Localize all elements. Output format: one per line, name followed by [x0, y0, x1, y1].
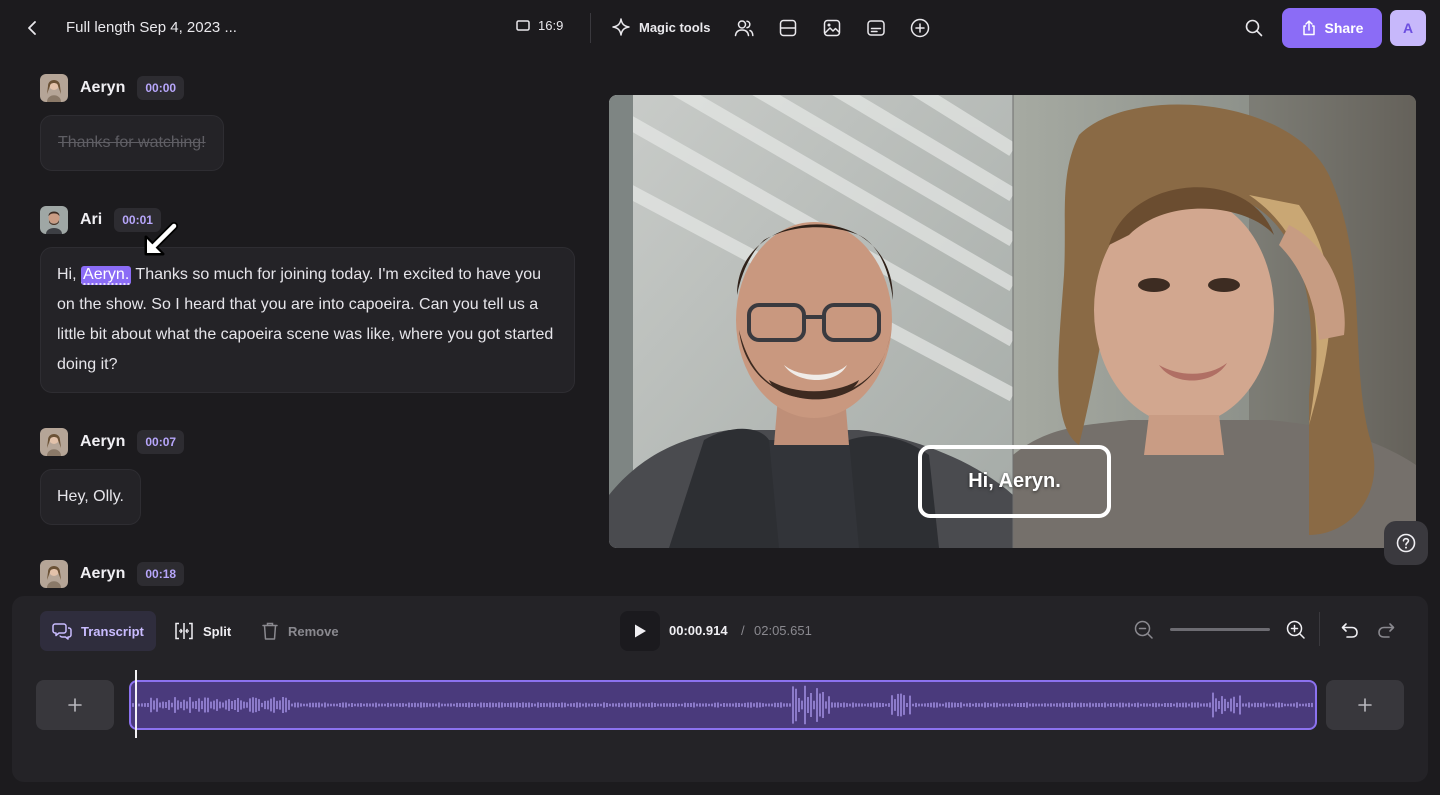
speaker-name: Aeryn [80, 565, 126, 582]
speaker-row: Aeryn 00:18 [40, 559, 185, 589]
transcript-text[interactable]: Hey, Olly. [40, 469, 141, 525]
playhead[interactable] [135, 670, 137, 738]
aspect-ratio-button[interactable]: 16:9 [516, 18, 563, 33]
speaker-avatar-ari [40, 206, 68, 234]
segment-timestamp[interactable]: 00:07 [137, 430, 185, 454]
speakers-button[interactable] [732, 16, 756, 40]
search-icon [1245, 19, 1263, 37]
captions-button[interactable] [864, 16, 888, 40]
segment-timestamp[interactable]: 00:00 [137, 76, 185, 100]
remove-label: Remove [288, 623, 339, 639]
transcript-text[interactable]: Hi, Aeryn. Thanks so much for joining to… [40, 247, 575, 393]
magic-tools-button[interactable]: Magic tools [611, 17, 711, 37]
redo-button[interactable] [1376, 620, 1396, 645]
layout-button[interactable] [776, 16, 800, 40]
zoom-out-button[interactable] [1134, 620, 1154, 645]
transcript-text[interactable]: Thanks for watching! [40, 115, 224, 171]
share-icon [1302, 20, 1315, 36]
play-icon [635, 624, 646, 638]
users-icon [734, 20, 754, 37]
time-separator: / [741, 623, 745, 638]
redo-icon [1378, 623, 1395, 638]
split-label: Split [203, 623, 232, 639]
project-title[interactable]: Full length Sep 4, 2023 ... [66, 19, 237, 36]
total-duration: 02:05.651 [754, 623, 812, 638]
timeline-panel: Transcript Split Remove 00:00.914 / 02:0… [12, 596, 1428, 782]
aspect-ratio-label: 16:9 [538, 18, 564, 33]
zoom-in-button[interactable] [1286, 620, 1306, 645]
transcript-toggle-button[interactable]: Transcript [40, 611, 156, 651]
user-avatar-button[interactable]: A [1390, 10, 1426, 46]
split-button[interactable]: Split [162, 611, 243, 651]
sparkle-icon [612, 18, 630, 36]
speaker-row: Aeryn 00:00 [40, 73, 224, 103]
text-segment: Hi, [57, 266, 77, 283]
add-element-button[interactable] [908, 16, 932, 40]
segment-timestamp[interactable]: 00:18 [137, 562, 185, 586]
help-button[interactable] [1384, 521, 1428, 565]
undo-icon [1341, 623, 1358, 638]
layout-icon [779, 19, 797, 37]
zoom-out-icon [1134, 620, 1153, 639]
transcript-segment[interactable]: Ari 00:01 Hi, Aeryn. Thanks so much for … [40, 205, 575, 393]
text-segment: Thanks so much for joining today. I'm ex… [57, 266, 554, 373]
add-clip-before-button[interactable] [36, 680, 114, 730]
speaker-row: Ari 00:01 [40, 205, 575, 235]
share-button[interactable]: Share [1282, 8, 1382, 48]
transcript-panel: Aeryn 00:00 Thanks for watching! Ari 00:… [40, 64, 580, 596]
toolbar-divider [1319, 612, 1320, 646]
share-label: Share [1324, 20, 1364, 36]
highlighted-word[interactable]: Aeryn. [81, 266, 132, 285]
speaker-name: Aeryn [80, 433, 126, 450]
speaker-avatar-aeryn [40, 74, 68, 102]
split-icon [175, 622, 193, 640]
toolbar-divider [590, 13, 591, 43]
transcript-segment[interactable]: Aeryn 00:07 Hey, Olly. [40, 427, 185, 525]
help-icon [1396, 533, 1416, 553]
speaker-avatar-aeryn [40, 428, 68, 456]
zoom-in-icon [1286, 620, 1305, 639]
transcript-segment[interactable]: Aeryn 00:18 [40, 559, 185, 589]
add-clip-after-button[interactable] [1326, 680, 1404, 730]
pointer-arrow-icon [144, 222, 178, 256]
chevron-left-icon [28, 21, 36, 35]
undo-button[interactable] [1340, 620, 1360, 645]
captions-icon [867, 20, 885, 36]
plus-icon [68, 698, 82, 712]
speaker-name: Ari [80, 211, 103, 228]
caption-overlay[interactable]: Hi, Aeryn. [918, 445, 1111, 518]
aspect-ratio-icon [516, 20, 530, 31]
trash-icon [262, 622, 278, 640]
plus-circle-icon [910, 18, 930, 38]
search-button[interactable] [1242, 16, 1266, 40]
audio-track-clip[interactable] [129, 680, 1317, 730]
magic-tools-label: Magic tools [639, 19, 711, 35]
transcript-segment[interactable]: Aeryn 00:00 Thanks for watching! [40, 73, 224, 171]
speaker-row: Aeryn 00:07 [40, 427, 185, 457]
transcript-toggle-label: Transcript [81, 623, 144, 639]
zoom-slider[interactable] [1170, 628, 1270, 631]
chat-bubbles-icon [52, 623, 72, 640]
top-bar: Full length Sep 4, 2023 ... 16:9 Magic t… [0, 0, 1440, 56]
speaker-name: Aeryn [80, 79, 126, 96]
media-button[interactable] [820, 16, 844, 40]
speaker-avatar-aeryn [40, 560, 68, 588]
plus-icon [1358, 698, 1372, 712]
remove-button[interactable]: Remove [249, 611, 351, 651]
back-button[interactable] [22, 16, 44, 40]
play-button[interactable] [620, 611, 660, 651]
image-icon [823, 19, 841, 37]
waveform [132, 685, 1313, 725]
current-time: 00:00.914 [669, 623, 728, 638]
